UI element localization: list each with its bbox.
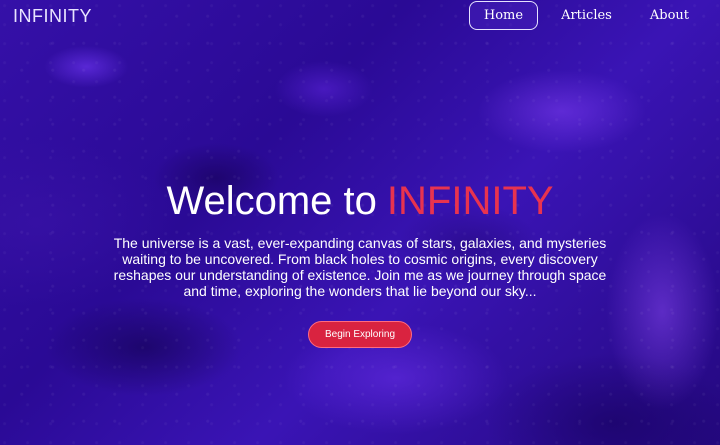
nav-link-articles[interactable]: Articles xyxy=(546,1,627,30)
hero-title-accent: INFINITY xyxy=(386,179,554,223)
hero-section: Welcome to INFINITY The universe is a vas… xyxy=(0,176,720,348)
nav-links: Home Articles About xyxy=(461,0,704,30)
hero-title: Welcome to INFINITY xyxy=(0,176,720,226)
hero-title-prefix: Welcome to xyxy=(166,179,377,223)
brand-logo[interactable]: INFINITY xyxy=(13,6,92,27)
navbar: INFINITY Home Articles About xyxy=(0,0,720,30)
nav-link-home[interactable]: Home xyxy=(468,0,539,30)
begin-exploring-button[interactable]: Begin Exploring xyxy=(307,321,413,348)
nav-link-about[interactable]: About xyxy=(635,1,704,30)
hero-description: The universe is a vast, ever-expanding c… xyxy=(113,235,607,299)
